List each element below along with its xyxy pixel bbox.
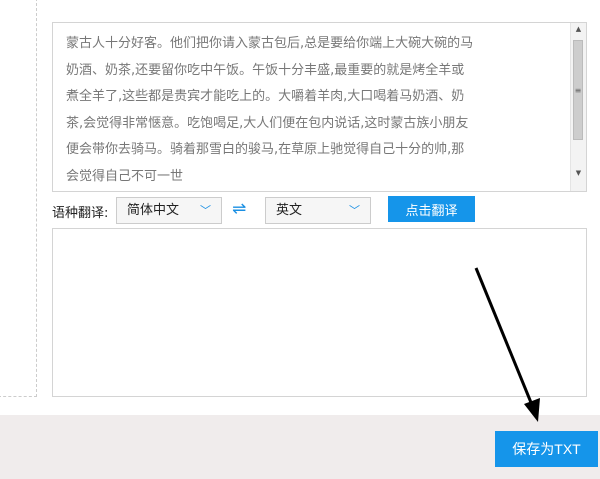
annotation-arrow <box>474 267 540 422</box>
